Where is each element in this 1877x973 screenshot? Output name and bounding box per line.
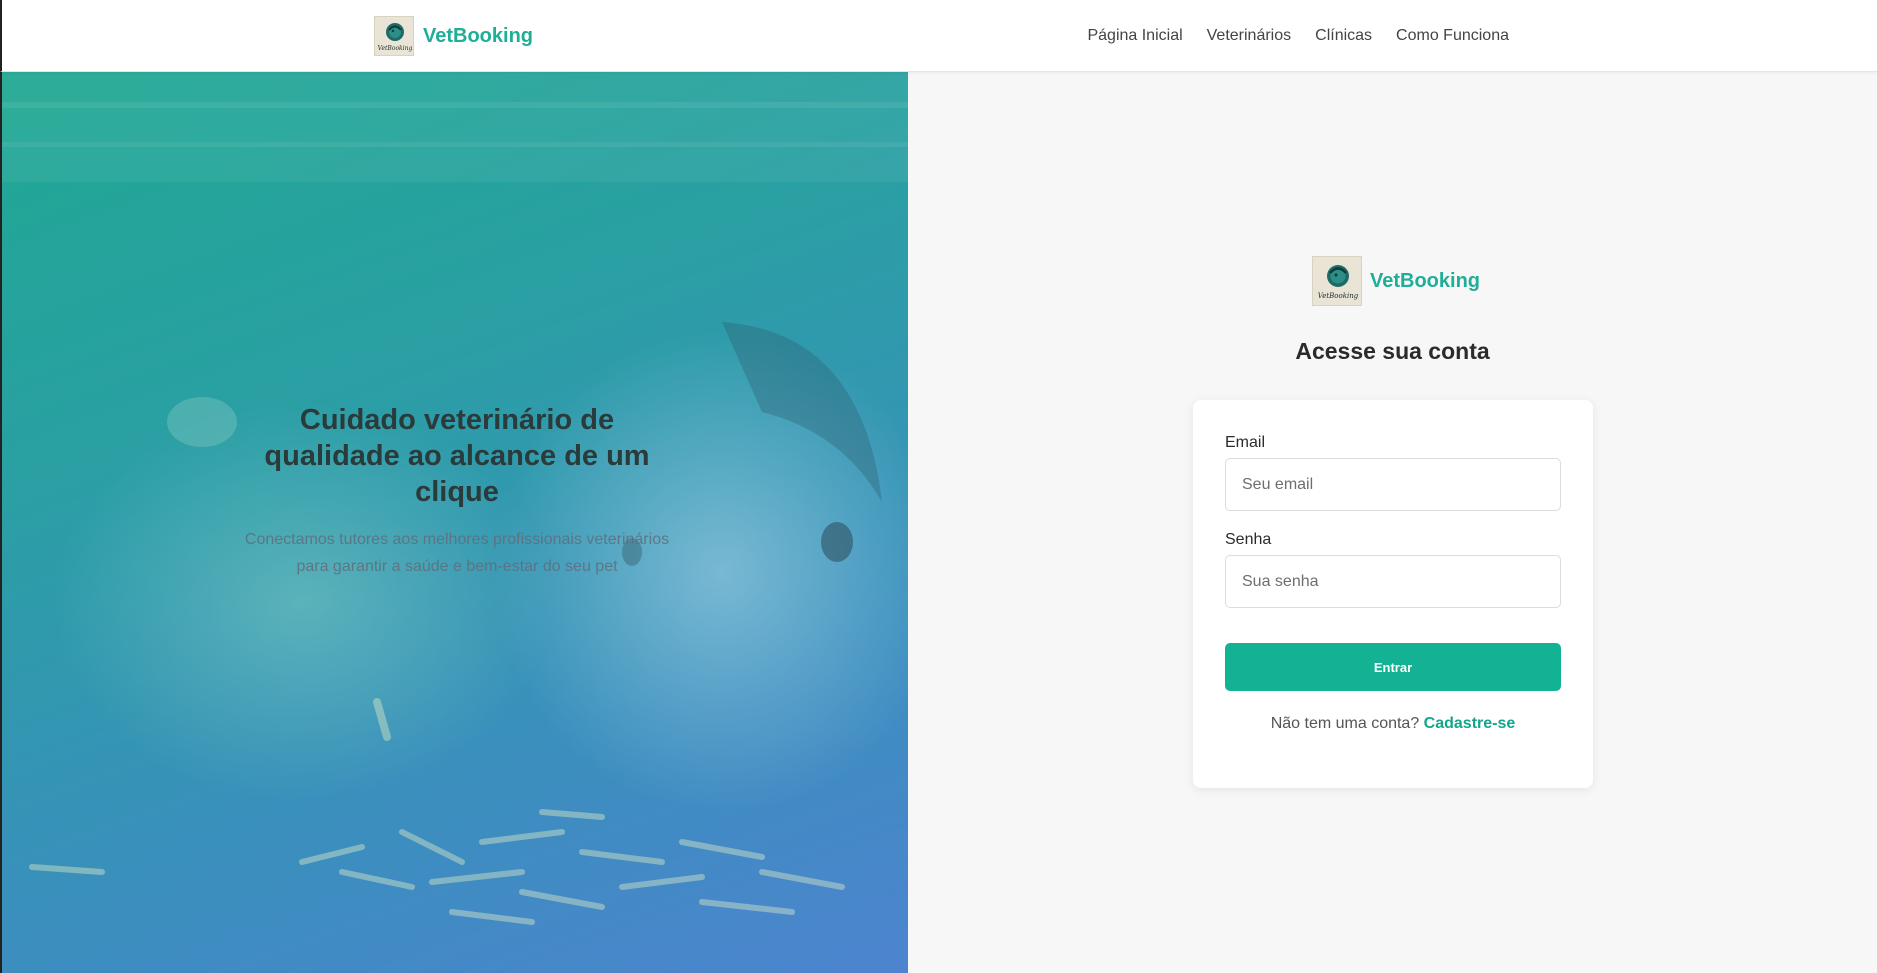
login-title: Acesse sua conta bbox=[1295, 338, 1490, 364]
login-button[interactable]: Entrar bbox=[1225, 643, 1561, 691]
signup-link[interactable]: Cadastre-se bbox=[1424, 715, 1516, 732]
signup-row: Não tem uma conta? Cadastre-se bbox=[1193, 715, 1593, 733]
email-field[interactable] bbox=[1225, 458, 1561, 511]
vetbooking-logo: VetBooking bbox=[374, 16, 414, 56]
login-panel: VetBooking VetBooking Acesse sua conta E… bbox=[908, 72, 1877, 973]
nav-veterinarians[interactable]: Veterinários bbox=[1207, 27, 1292, 45]
hero-title: Cuidado veterinário de qualidade ao alca… bbox=[264, 404, 650, 508]
svg-text:VetBooking: VetBooking bbox=[1318, 292, 1359, 300]
main-nav: Página Inicial Veterinários Clínicas Com… bbox=[1087, 0, 1509, 72]
top-navbar: VetBooking VetBooking Página Inicial Vet… bbox=[0, 0, 1877, 72]
login-brand-name: VetBooking bbox=[1370, 269, 1481, 292]
nav-how-it-works[interactable]: Como Funciona bbox=[1396, 27, 1509, 45]
hero-panel: Cuidado veterinário de qualidade ao alca… bbox=[0, 72, 908, 973]
brand-name: VetBooking bbox=[423, 24, 534, 47]
password-field[interactable] bbox=[1225, 555, 1561, 608]
vetbooking-logo: VetBooking bbox=[1312, 256, 1362, 306]
login-brand: VetBooking VetBooking bbox=[1312, 256, 1480, 306]
brand-home-link[interactable]: VetBooking VetBooking bbox=[374, 16, 533, 56]
login-form: Email Senha Entrar Não tem uma conta? Ca… bbox=[1193, 400, 1593, 788]
hero-text: Cuidado veterinário de qualidade ao alca… bbox=[232, 402, 682, 580]
nav-clinics[interactable]: Clínicas bbox=[1315, 27, 1372, 45]
password-label: Senha bbox=[1225, 531, 1272, 548]
signup-prompt: Não tem uma conta? bbox=[1270, 715, 1424, 732]
svg-text:VetBooking: VetBooking bbox=[378, 45, 413, 52]
hero-subtitle: Conectamos tutores aos melhores profissi… bbox=[244, 531, 670, 575]
email-label: Email bbox=[1225, 434, 1266, 451]
nav-home[interactable]: Página Inicial bbox=[1087, 27, 1182, 45]
